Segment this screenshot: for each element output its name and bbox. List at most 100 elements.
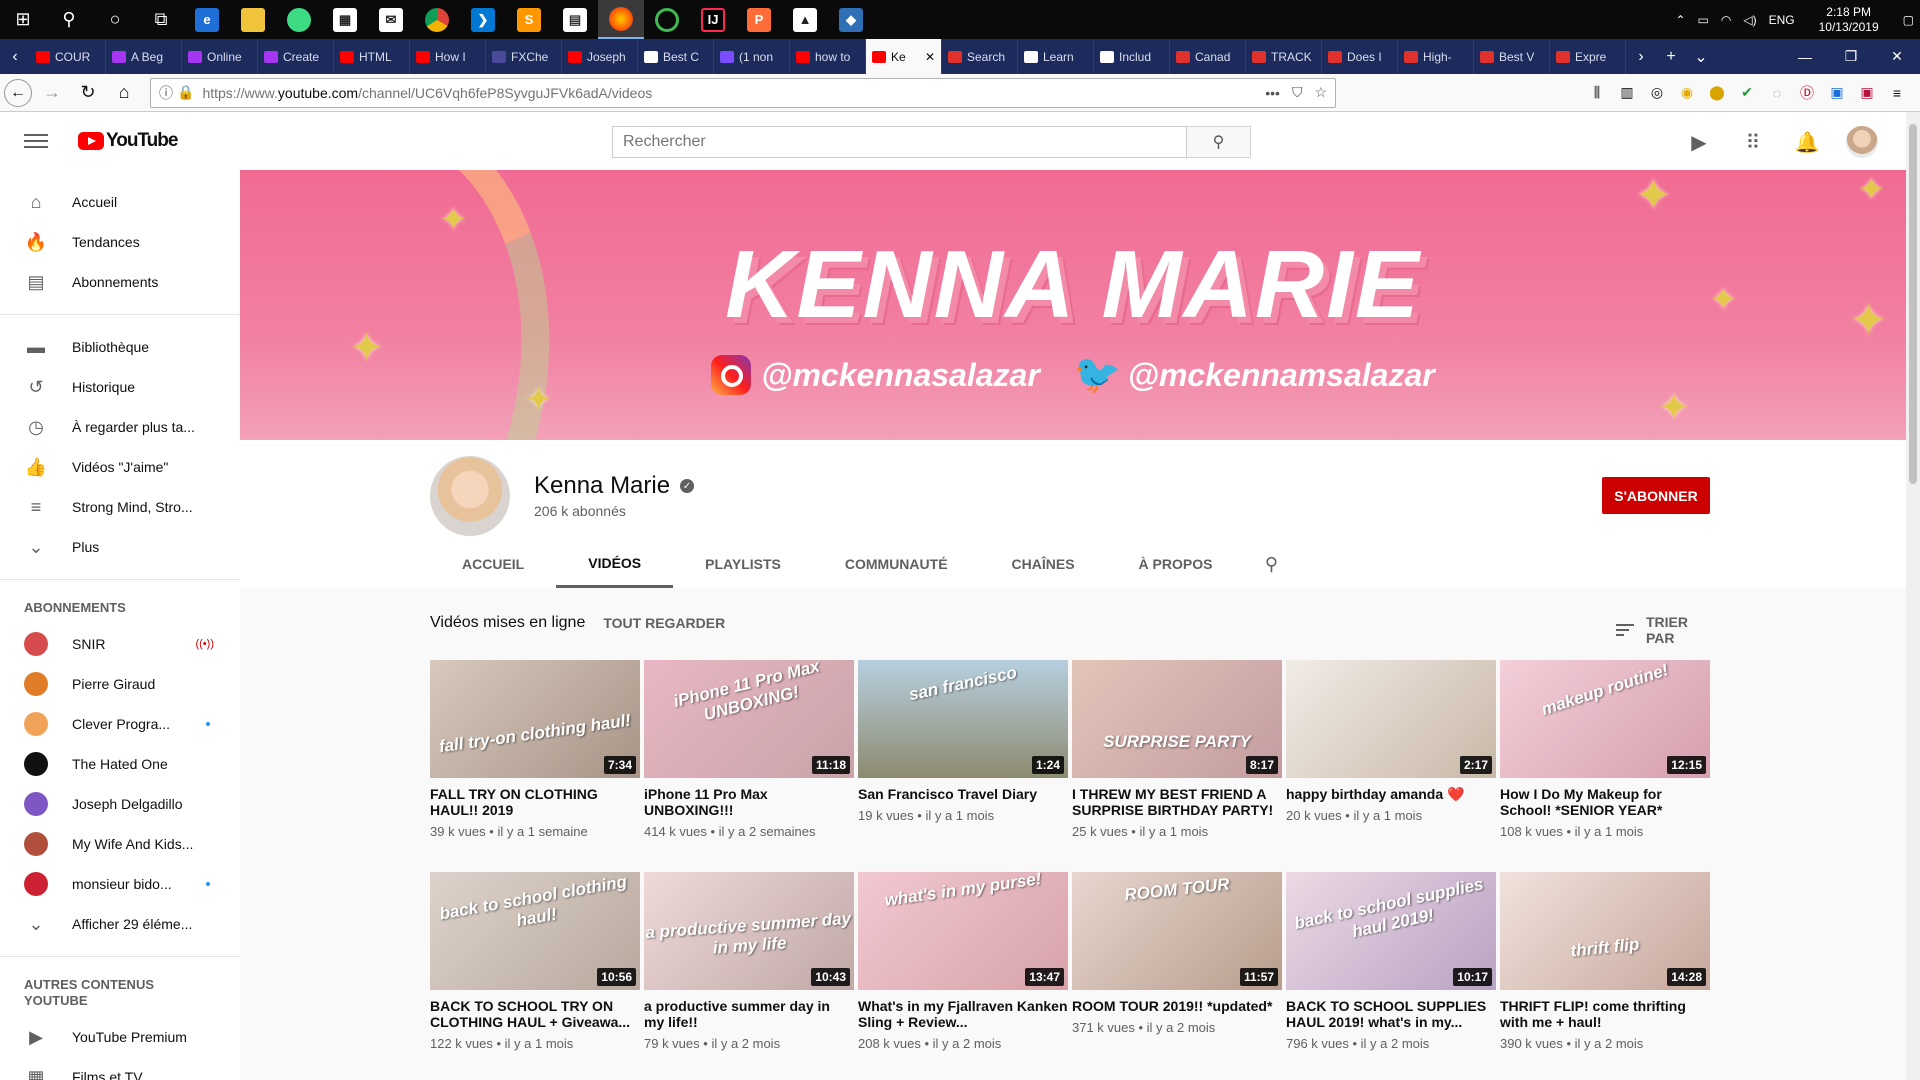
video-title[interactable]: BACK TO SCHOOL TRY ON CLOTHING HAUL + Gi… [430, 998, 640, 1030]
extension-search-icon[interactable]: ◉ [1674, 80, 1700, 106]
video-title[interactable]: How I Do My Makeup for School! *SENIOR Y… [1500, 786, 1710, 818]
edge-icon[interactable]: e [184, 0, 230, 39]
browser-tab[interactable]: Search [942, 39, 1018, 74]
browser-tab[interactable]: Online [182, 39, 258, 74]
browser-tab[interactable]: TRACK [1246, 39, 1322, 74]
channel-tab[interactable]: ACCUEIL [430, 540, 556, 588]
extension-d-icon[interactable]: Ⓓ [1794, 80, 1820, 106]
store-icon[interactable]: ▦ [322, 0, 368, 39]
close-tab-icon[interactable]: ✕ [925, 50, 935, 64]
close-window-icon[interactable]: ✕ [1874, 39, 1920, 74]
sidebar-item[interactable]: ▤ Abonnements [0, 262, 240, 302]
video-thumbnail[interactable]: thrift flip 14:28 [1500, 872, 1710, 990]
browser-tab[interactable]: How I [410, 39, 486, 74]
video-thumbnail[interactable]: iPhone 11 Pro Max UNBOXING! 11:18 [644, 660, 854, 778]
photos-icon[interactable]: ▲ [782, 0, 828, 39]
video-title[interactable]: a productive summer day in my life!! [644, 998, 854, 1030]
channel-avatar[interactable] [430, 456, 510, 536]
user-avatar[interactable] [1846, 126, 1878, 158]
sidebar-icon[interactable]: ▥ [1614, 80, 1640, 106]
url-bar[interactable]: ⓘ 🔒 https://www.youtube.com/channel/UC6V… [150, 77, 1336, 108]
browser-tab[interactable]: Create [258, 39, 334, 74]
sublime-icon[interactable]: S [506, 0, 552, 39]
extension-flag-icon[interactable]: ▣ [1854, 80, 1880, 106]
video-thumbnail[interactable]: back to school clothing haul! 10:56 [430, 872, 640, 990]
video-title[interactable]: San Francisco Travel Diary [858, 786, 1068, 802]
video-card[interactable]: san francisco 1:24 San Francisco Travel Di… [858, 660, 1068, 854]
lock-icon[interactable]: 🔒 [177, 84, 194, 101]
new-tab-icon[interactable]: + [1656, 39, 1686, 74]
search-icon[interactable]: ⚲ [46, 0, 92, 39]
video-title[interactable]: BACK TO SCHOOL SUPPLIES HAUL 2019! what'… [1286, 998, 1496, 1030]
chrome-icon[interactable] [414, 0, 460, 39]
subscription-item[interactable]: monsieur bido... [0, 864, 240, 904]
sort-by-button[interactable]: TRIER PAR [1616, 614, 1710, 646]
video-thumbnail[interactable]: 2:17 [1286, 660, 1496, 778]
browser-tab[interactable]: FXChe [486, 39, 562, 74]
page-scrollbar[interactable] [1906, 112, 1920, 1080]
subscription-item[interactable]: Pierre Giraud [0, 664, 240, 704]
hamburger-menu-icon[interactable] [24, 134, 48, 148]
extension-ghost-icon[interactable]: ◌ [1764, 80, 1790, 106]
loading-app-icon[interactable] [644, 0, 690, 39]
search-input[interactable] [612, 126, 1187, 158]
browser-tab[interactable]: Best C [638, 39, 714, 74]
video-thumbnail[interactable]: back to school supplies haul 2019! 10:17 [1286, 872, 1496, 990]
restore-icon[interactable]: ❐ [1828, 39, 1874, 74]
upload-video-icon[interactable]: ▶︎ [1684, 127, 1714, 157]
wifi-icon[interactable]: ◠ [1721, 13, 1731, 27]
video-card[interactable]: 2:17 happy birthday amanda ❤️ 20 k vues • … [1286, 660, 1496, 854]
home-icon[interactable]: ⌂ [108, 77, 140, 109]
browser-tab[interactable]: COUR [30, 39, 106, 74]
subscribe-button[interactable]: S'ABONNER [1602, 477, 1710, 514]
extension-norton-icon[interactable]: ⬤ [1704, 80, 1730, 106]
file-explorer-icon[interactable] [230, 0, 276, 39]
tab-scroll-right-icon[interactable]: › [1626, 39, 1656, 74]
info-icon[interactable]: ⓘ [159, 83, 173, 103]
channel-tab[interactable]: PLAYLISTS [673, 540, 813, 588]
sidebar-item[interactable]: ▶ YouTube Premium [0, 1017, 240, 1057]
sidebar-item[interactable]: 👍 Vidéos "J'aime" [0, 447, 240, 487]
extension-check-icon[interactable]: ✔ [1734, 80, 1760, 106]
sidebar-item[interactable]: ⌄ Plus [0, 527, 240, 567]
apps-grid-icon[interactable]: ⠿ [1738, 127, 1768, 157]
subscription-item[interactable]: Clever Progra... [0, 704, 240, 744]
notepad-icon[interactable]: ▤ [552, 0, 598, 39]
sidebar-item[interactable]: ≡ Strong Mind, Stro... [0, 487, 240, 527]
vscode-icon[interactable]: ❯ [460, 0, 506, 39]
language-indicator[interactable]: ENG [1769, 13, 1795, 27]
browser-tab[interactable]: High- [1398, 39, 1474, 74]
bookmark-star-icon[interactable]: ☆ [1314, 84, 1327, 101]
channel-tab[interactable]: À PROPOS [1107, 540, 1245, 588]
forward-icon[interactable]: → [36, 77, 68, 109]
video-thumbnail[interactable]: fall try-on clothing haul! 7:34 [430, 660, 640, 778]
youtube-logo[interactable]: YouTube [78, 130, 178, 152]
subscription-item[interactable]: SNIR ((•)) [0, 624, 240, 664]
browser-tab[interactable]: (1 non [714, 39, 790, 74]
battery-icon[interactable]: ▭ [1698, 13, 1709, 27]
video-card[interactable]: a productive summer day in my life 10:43 a… [644, 872, 854, 1066]
sidebar-item[interactable]: ▦ Films et TV [0, 1057, 240, 1080]
sidebar-item[interactable]: ↺ Historique [0, 367, 240, 407]
url-text[interactable]: https://www.youtube.com/channel/UC6Vqh6f… [202, 85, 1265, 101]
video-title[interactable]: iPhone 11 Pro Max UNBOXING!!! [644, 786, 854, 818]
browser-tab[interactable]: Does I [1322, 39, 1398, 74]
video-title[interactable]: FALL TRY ON CLOTHING HAUL!! 2019 [430, 786, 640, 818]
video-card[interactable]: ROOM TOUR 11:57 ROOM TOUR 2019!! *updated*… [1072, 872, 1282, 1066]
clock[interactable]: 2:18 PM 10/13/2019 [1813, 5, 1885, 35]
video-title[interactable]: What's in my Fjallraven Kanken Sling + R… [858, 998, 1068, 1030]
mail-icon[interactable]: ✉ [368, 0, 414, 39]
browser-tab[interactable]: Canad [1170, 39, 1246, 74]
video-thumbnail[interactable]: a productive summer day in my life 10:43 [644, 872, 854, 990]
pocket-icon[interactable]: ⛉ [1292, 84, 1303, 101]
video-thumbnail[interactable]: ROOM TOUR 11:57 [1072, 872, 1282, 990]
back-icon[interactable]: ← [4, 78, 32, 107]
video-thumbnail[interactable]: san francisco 1:24 [858, 660, 1068, 778]
video-card[interactable]: thrift flip 14:28 THRIFT FLIP! come thrift… [1500, 872, 1710, 1066]
channel-search-icon[interactable]: ⚲ [1244, 540, 1298, 588]
show-more-subscriptions[interactable]: ⌄ Afficher 29 éléme... [0, 904, 240, 944]
video-card[interactable]: what's in my purse! 13:47 What's in my Fja… [858, 872, 1068, 1066]
browser-tab[interactable]: HTML [334, 39, 410, 74]
volume-icon[interactable]: ◁) [1743, 13, 1756, 27]
postman-icon[interactable]: P [736, 0, 782, 39]
